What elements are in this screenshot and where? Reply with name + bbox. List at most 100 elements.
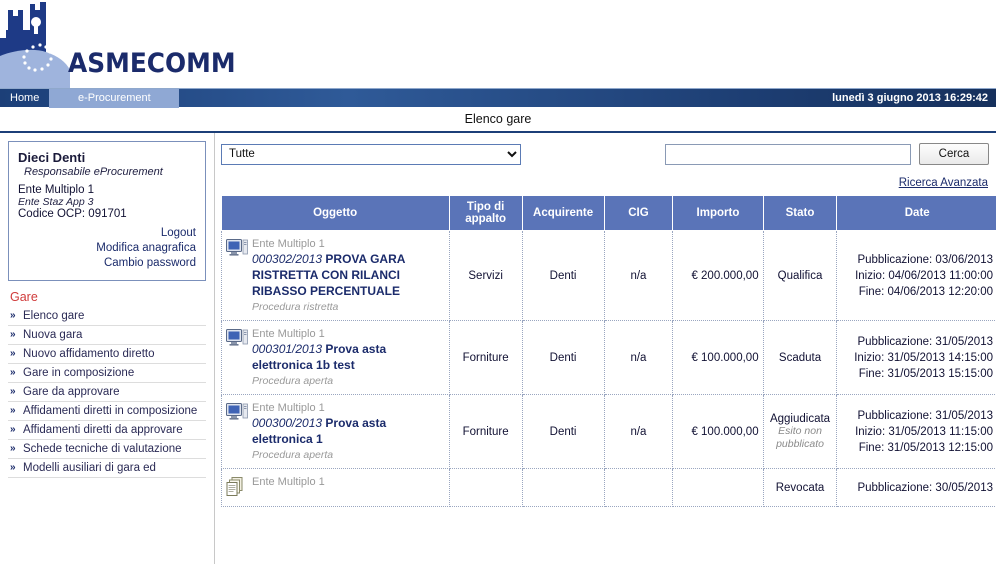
row-ente: Ente Multiplo 1 (252, 328, 325, 340)
row-numero: 000300/2013 (252, 416, 323, 430)
chevron-right-icon: » (10, 348, 16, 359)
chevron-right-icon: » (10, 405, 16, 416)
clock-label: lunedì 3 giugno 2013 16:29:42 (832, 92, 988, 104)
table-row[interactable]: Ente Multiplo 1 000302/2013 PROVA GARA R… (221, 230, 996, 321)
nav-item-home[interactable]: Home (0, 89, 49, 108)
cell-importo: € 100.000,00 (672, 320, 764, 395)
chevron-right-icon: » (10, 462, 16, 473)
row-procedura (252, 489, 445, 490)
sidebar-item-elenco-gare[interactable]: » Elenco gare (8, 307, 206, 326)
table-header-row: Oggetto Tipo di appalto Acquirente CIG I… (221, 196, 996, 231)
user-actions: Logout Modifica anagrafica Cambio passwo… (18, 226, 196, 271)
column-header-stato[interactable]: Stato (763, 196, 838, 231)
table-row[interactable]: Ente Multiplo 1 Revocata Pubblicazione: … (221, 468, 996, 507)
cell-cig: n/a (604, 394, 674, 469)
cell-oggetto[interactable]: Ente Multiplo 1 000300/2013 Prova asta e… (221, 394, 450, 469)
date-pubblicazione: Pubblicazione: 31/05/2013 (857, 335, 993, 348)
cell-stato: Scaduta (763, 320, 838, 395)
cell-oggetto[interactable]: Ente Multiplo 1 000302/2013 PROVA GARA R… (221, 230, 450, 321)
cell-tipo: Forniture (449, 394, 523, 469)
cell-date: Pubblicazione: 30/05/2013 (836, 468, 996, 507)
column-header-date[interactable]: Date (836, 196, 996, 231)
search-button[interactable]: Cerca (919, 143, 989, 165)
chevron-right-icon: » (10, 329, 16, 340)
cell-acquirente (522, 468, 605, 507)
sidebar-menu: » Elenco gare » Nuova gara » Nuovo affid… (8, 307, 206, 478)
cell-cig: n/a (604, 320, 674, 395)
sidebar-item-label: Schede tecniche di valutazione (23, 443, 182, 455)
table-row[interactable]: Ente Multiplo 1 000301/2013 Prova asta e… (221, 320, 996, 395)
row-ente: Ente Multiplo 1 (252, 402, 325, 414)
sidebar-item-nuova-gara[interactable]: » Nuova gara (8, 326, 206, 345)
brand-header: ASMECOMM (0, 0, 996, 88)
chevron-right-icon: » (10, 443, 16, 454)
row-title[interactable]: 000302/2013 PROVA GARA RISTRETTA CON RIL… (252, 251, 445, 299)
date-inizio: Inizio: 31/05/2013 14:15:00 (854, 351, 993, 364)
cell-importo (672, 468, 764, 507)
table-row[interactable]: Ente Multiplo 1 000300/2013 Prova asta e… (221, 394, 996, 469)
user-name: Dieci Denti (18, 150, 86, 165)
filter-select[interactable]: Tutte (221, 143, 521, 165)
nav-item-eprocurement[interactable]: e-Procurement (49, 88, 180, 108)
monitor-icon (226, 237, 252, 260)
row-procedura: Procedura aperta (252, 375, 334, 387)
cell-stato: Qualifica (763, 230, 838, 321)
status-badge: Qualifica (777, 269, 823, 282)
cell-acquirente: Denti (522, 320, 605, 395)
monitor-icon (226, 401, 252, 424)
date-inizio: Inizio: 04/06/2013 11:00:00 (855, 269, 993, 282)
cell-oggetto[interactable]: Ente Multiplo 1 (221, 468, 450, 507)
row-numero: 000301/2013 (252, 342, 323, 356)
cell-stato: Aggiudicata Esito non pubblicato (763, 394, 838, 469)
date-fine: Fine: 04/06/2013 12:20:00 (858, 285, 993, 298)
user-codice-ocp: Codice OCP: 091701 (18, 208, 127, 220)
row-title[interactable]: 000300/2013 Prova asta elettronica 1 (252, 415, 445, 447)
column-header-importo[interactable]: Importo (672, 196, 764, 231)
cell-stato: Revocata (763, 468, 838, 507)
sidebar-item-label: Nuovo affidamento diretto (23, 348, 155, 360)
sidebar-item-gare-in-composizione[interactable]: » Gare in composizione (8, 364, 206, 383)
sidebar-item-gare-da-approvare[interactable]: » Gare da approvare (8, 383, 206, 402)
status-badge: Aggiudicata (769, 412, 831, 425)
row-numero: 000302/2013 (252, 252, 323, 266)
sidebar-item-label: Gare in composizione (23, 367, 135, 379)
cell-tipo: Servizi (449, 230, 523, 321)
modifica-anagrafica-link[interactable]: Modifica anagrafica (18, 241, 196, 256)
row-procedura: Procedura aperta (252, 449, 334, 461)
cell-oggetto[interactable]: Ente Multiplo 1 000301/2013 Prova asta e… (221, 320, 450, 395)
brand-wordmark: ASMECOMM (68, 48, 236, 79)
page-title: Elenco gare (464, 112, 532, 126)
search-area: Cerca (665, 143, 996, 165)
logout-link[interactable]: Logout (18, 226, 196, 241)
main-content: Tutte Cerca Ricerca Avanzata Oggetto Tip… (215, 133, 996, 564)
user-stazione: Ente Staz App 3 (18, 196, 94, 208)
column-header-acquirente[interactable]: Acquirente (522, 196, 605, 231)
date-pubblicazione: Pubblicazione: 30/05/2013 (857, 481, 993, 494)
sidebar-item-affidamenti-diretti-da-approvare[interactable]: » Affidamenti diretti da approvare (8, 421, 206, 440)
column-header-cig[interactable]: CIG (604, 196, 674, 231)
page-title-bar: Elenco gare (0, 107, 996, 133)
page-body: Dieci Denti Responsabile eProcurement En… (0, 133, 996, 564)
user-info-panel: Dieci Denti Responsabile eProcurement En… (8, 141, 206, 281)
sidebar-item-nuovo-affidamento-diretto[interactable]: » Nuovo affidamento diretto (8, 345, 206, 364)
date-pubblicazione: Pubblicazione: 31/05/2013 (857, 409, 993, 422)
cell-importo: € 200.000,00 (672, 230, 764, 321)
ricerca-avanzata-link[interactable]: Ricerca Avanzata (899, 177, 988, 189)
sidebar-item-modelli-ausiliari[interactable]: » Modelli ausiliari di gara ed (8, 459, 206, 478)
sidebar-item-label: Modelli ausiliari di gara ed (23, 462, 156, 474)
cell-importo: € 100.000,00 (672, 394, 764, 469)
sidebar-item-label: Affidamenti diretti in composizione (23, 405, 198, 417)
search-toolbar: Tutte Cerca (221, 141, 996, 167)
search-input[interactable] (665, 143, 911, 165)
column-header-tipo-appalto[interactable]: Tipo di appalto (449, 196, 523, 231)
sidebar-item-label: Affidamenti diretti da approvare (23, 424, 183, 436)
cell-tipo: Forniture (449, 320, 523, 395)
sidebar-item-affidamenti-diretti-in-composizione[interactable]: » Affidamenti diretti in composizione (8, 402, 206, 421)
user-ente: Ente Multiplo 1 (18, 184, 95, 196)
row-title[interactable]: 000301/2013 Prova asta elettronica 1b te… (252, 341, 445, 373)
gare-table: Oggetto Tipo di appalto Acquirente CIG I… (221, 196, 996, 507)
menu-heading-gare: Gare (10, 290, 38, 304)
cambio-password-link[interactable]: Cambio password (18, 256, 196, 271)
sidebar-item-schede-tecniche-di-valutazione[interactable]: » Schede tecniche di valutazione (8, 440, 206, 459)
column-header-oggetto[interactable]: Oggetto (221, 196, 450, 231)
